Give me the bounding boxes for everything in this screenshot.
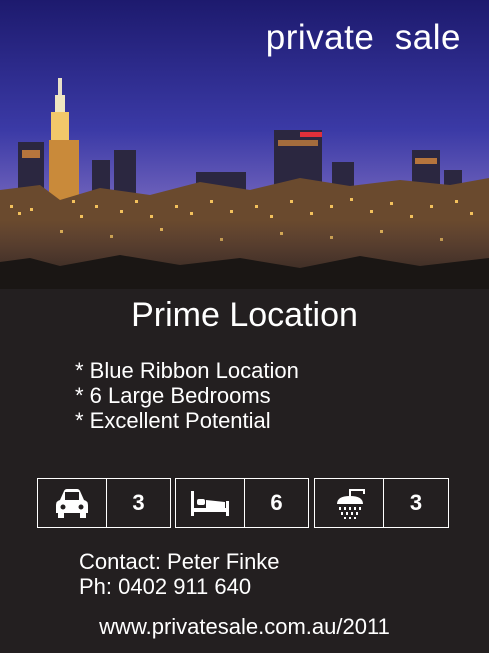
website-url: www.privatesale.com.au/2011 — [99, 614, 390, 639]
feature-item: * Excellent Potential — [75, 408, 271, 433]
property-flyer: private sale Prime Location * Blue Ribbo… — [0, 0, 489, 653]
feature-list: * Blue Ribbon Location * 6 Large Bedroom… — [75, 358, 299, 433]
hero-photo: private sale — [0, 0, 489, 289]
stat-bedrooms: 6 — [175, 478, 309, 528]
stat-bathrooms: 3 — [314, 478, 449, 528]
contact-block: Contact: Peter Finke Ph: 0402 911 640 — [79, 549, 280, 599]
bathrooms-count: 3 — [409, 490, 423, 515]
property-stats: 3 6 3 — [37, 478, 449, 530]
headline: Prime Location — [131, 296, 358, 334]
feature-item: * Blue Ribbon Location — [75, 358, 299, 383]
stat-car-spaces: 3 — [37, 478, 171, 528]
bedrooms-count: 6 — [270, 490, 283, 515]
contact-phone: Ph: 0402 911 640 — [79, 574, 252, 599]
contact-name: Contact: Peter Finke — [79, 549, 280, 574]
feature-item: * 6 Large Bedrooms — [75, 383, 271, 408]
shower-icon — [337, 489, 365, 519]
car-icon — [56, 489, 88, 518]
bed-icon — [191, 491, 229, 516]
car-spaces-count: 3 — [132, 490, 145, 515]
brand-title: private sale — [265, 18, 461, 57]
